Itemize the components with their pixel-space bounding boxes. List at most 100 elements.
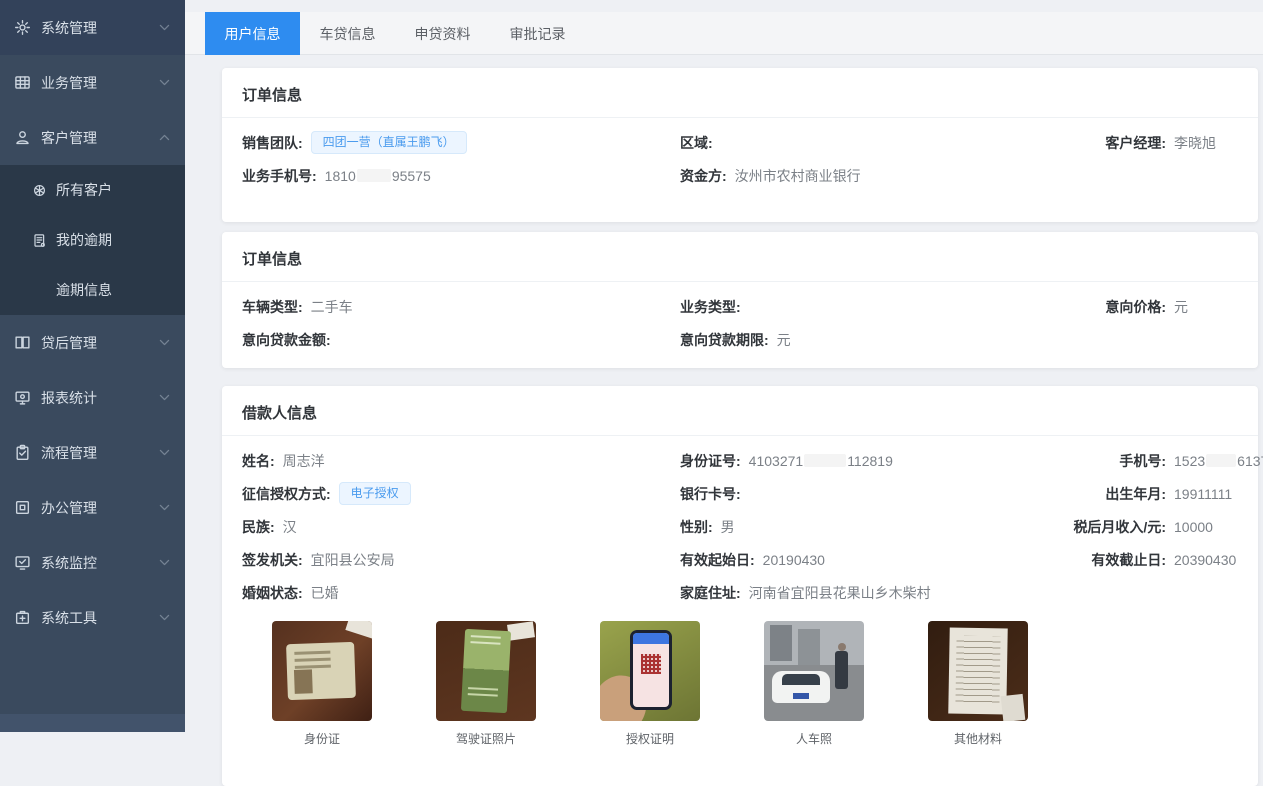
field-value: 已婚 [311,583,339,603]
field-label: 业务类型: [680,297,741,317]
photo-caption: 人车照 [764,730,864,747]
person-with-car-photo[interactable] [764,621,864,721]
field-monthly-income: 税后月收入/元: 10000 [1040,510,1238,543]
photo-item: 授权证明 [600,621,700,747]
field-id-number: 身份证号: 4103271112819 [680,444,1040,477]
user-icon [14,129,31,146]
phone-qr-photo[interactable] [600,621,700,721]
chevron-up-icon [158,131,171,144]
wheel-icon [32,183,47,198]
field-label: 意向价格: [1040,297,1166,317]
clipboard-icon [14,444,31,461]
field-label: 区域: [680,133,713,153]
monitor-icon [14,389,31,406]
sidebar-item-overdue-info[interactable]: 逾期信息 [0,265,185,315]
sidebar-item-label: 逾期信息 [56,280,185,300]
sidebar-item-system-mgmt[interactable]: 系统管理 [0,0,185,55]
field-region: 区域: [680,126,1040,159]
license-booklet-photo[interactable] [436,621,536,721]
monitor-check-icon [14,554,31,571]
book-icon [14,334,31,351]
field-label: 性别: [680,517,713,537]
sales-team-tag[interactable]: 四团一营（直属王鹏飞） [311,131,467,154]
sidebar-item-postloan-mgmt[interactable]: 贷后管理 [0,315,185,370]
document-photo-gallery: 身份证 驾驶证照片 授权证明 人车照 其他材料 [242,609,1238,747]
chevron-down-icon [158,501,171,514]
toolbox-icon [14,609,31,626]
sidebar-item-all-customers[interactable]: 所有客户 [0,165,185,215]
field-intent-loan-term: 意向贷款期限: 元 [680,323,1040,356]
sidebar-item-label: 办公管理 [41,498,158,518]
field-value: 李晓旭 [1174,133,1216,153]
field-valid-to: 有效截止日: 20390430 [1040,543,1238,576]
sidebar-item-label: 系统管理 [41,18,158,38]
order-info-card: 订单信息 销售团队: 四团一营（直属王鹏飞） 区域: 客户经理: 李晓旭 业务手… [222,68,1258,222]
field-label: 民族: [242,517,275,537]
field-value: 19911111 [1174,486,1232,502]
sidebar-item-customer-mgmt[interactable]: 客户管理 [0,110,185,165]
photo-item: 其他材料 [928,621,1028,747]
field-label: 有效起始日: [680,550,755,570]
field-label: 银行卡号: [680,484,741,504]
field-value: 181095575 [325,168,431,184]
field-label: 意向贷款金额: [242,330,331,350]
handwritten-doc-photo[interactable] [928,621,1028,721]
chevron-down-icon [158,446,171,459]
id-card-photo[interactable] [272,621,372,721]
table-icon [14,74,31,91]
credit-auth-tag: 电子授权 [339,482,411,505]
field-issuing-authority: 签发机关: 宜阳县公安局 [242,543,680,576]
field-bank-card: 银行卡号: [680,477,1040,510]
chevron-down-icon [158,556,171,569]
photo-caption: 授权证明 [600,730,700,747]
field-intent-price: 意向价格: 元 [1040,290,1238,323]
photo-item: 人车照 [764,621,864,747]
sidebar-footer-strip [0,714,185,732]
field-sales-team: 销售团队: 四团一营（直属王鹏飞） [242,126,680,159]
field-marital-status: 婚姻状态: 已婚 [242,576,680,609]
field-value: 20190430 [763,552,825,568]
loan-intent-card: 订单信息 车辆类型: 二手车 业务类型: 意向价格: 元 意向贷款金额: 意向贷… [222,232,1258,368]
sidebar-item-my-overdue[interactable]: 我的逾期 [0,215,185,265]
field-intent-loan-amount: 意向贷款金额: [242,323,680,356]
customer-mgmt-submenu: 所有客户 我的逾期 逾期信息 [0,165,185,315]
field-label: 手机号: [1040,451,1166,471]
sidebar-item-office-mgmt[interactable]: 办公管理 [0,480,185,535]
field-label: 车辆类型: [242,297,303,317]
field-credit-auth-method: 征信授权方式: 电子授权 [242,477,680,510]
sidebar-item-report-stats[interactable]: 报表统计 [0,370,185,425]
sidebar-item-system-monitor[interactable]: 系统监控 [0,535,185,590]
field-label: 身份证号: [680,451,741,471]
photo-item: 身份证 [272,621,372,747]
field-label: 签发机关: [242,550,303,570]
chevron-down-icon [158,611,171,624]
field-name: 姓名: 周志洋 [242,444,680,477]
field-funder: 资金方: 汝州市农村商业银行 [680,159,1040,192]
field-value: 宜阳县公安局 [311,550,395,570]
chevron-down-icon [158,21,171,34]
field-mobile-phone: 手机号: 15236137 [1040,444,1263,477]
sidebar-item-label: 流程管理 [41,443,158,463]
field-vehicle-type: 车辆类型: 二手车 [242,290,680,323]
sidebar-item-business-mgmt[interactable]: 业务管理 [0,55,185,110]
tab-loan-application-docs[interactable]: 申贷资料 [395,12,490,55]
sidebar-item-label: 我的逾期 [56,230,185,250]
photo-caption: 其他材料 [928,730,1028,747]
field-label: 客户经理: [1040,133,1166,153]
sidebar-item-system-tools[interactable]: 系统工具 [0,590,185,645]
field-value: 汉 [283,517,297,537]
tab-user-info[interactable]: 用户信息 [205,12,300,55]
chevron-down-icon [158,76,171,89]
field-label: 家庭住址: [680,583,741,603]
redaction-blur [357,169,391,182]
tab-approval-records[interactable]: 审批记录 [490,12,585,55]
field-label: 资金方: [680,166,727,186]
sidebar-item-label: 客户管理 [41,128,158,148]
sidebar-item-process-mgmt[interactable]: 流程管理 [0,425,185,480]
redaction-blur [1206,454,1236,467]
tab-car-loan-info[interactable]: 车贷信息 [300,12,395,55]
field-label: 税后月收入/元: [1040,517,1166,537]
sidebar-item-label: 所有客户 [56,180,185,200]
sidebar-item-label: 贷后管理 [41,333,158,353]
field-valid-from: 有效起始日: 20190430 [680,543,1040,576]
